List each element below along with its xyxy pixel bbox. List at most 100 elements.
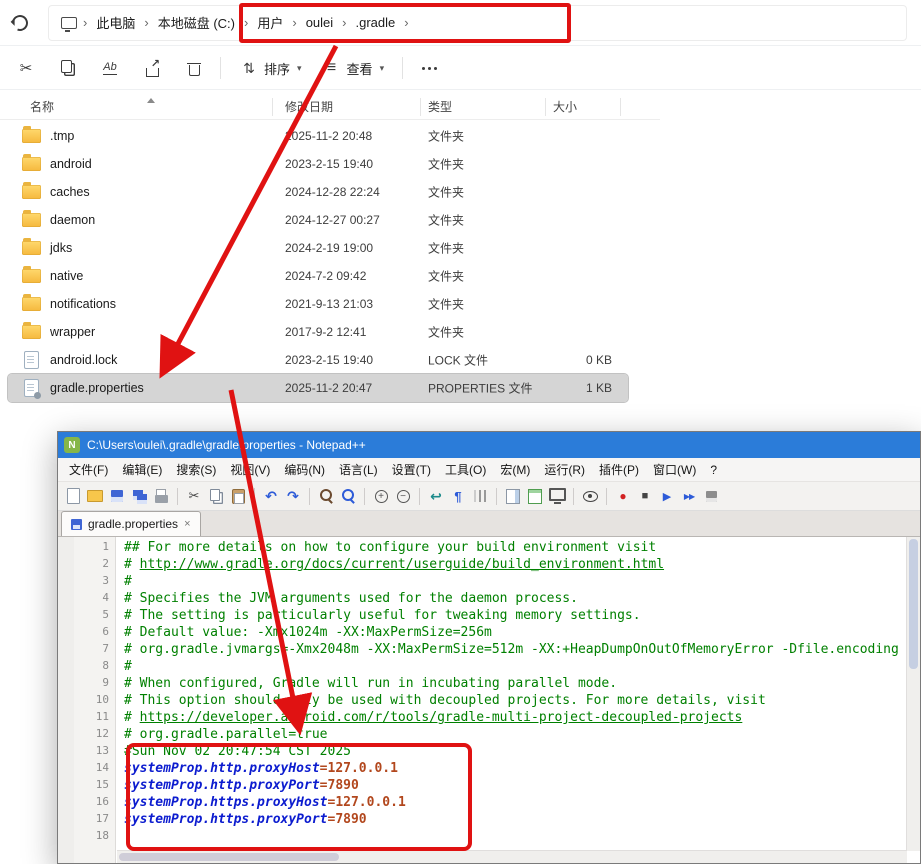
column-header-size[interactable]: 大小 [553,98,577,115]
menu-item[interactable]: 运行(R) [537,461,592,478]
file-row[interactable]: gradle.properties2025-11-2 20:47PROPERTI… [8,374,628,402]
save-all-icon[interactable] [129,486,149,506]
menu-item[interactable]: 工具(O) [438,461,493,478]
line-number: 4 [74,591,115,608]
menu-item[interactable]: 视图(V) [223,461,277,478]
editor-code[interactable]: ## For more details on how to configure … [116,537,920,863]
menu-item[interactable]: 宏(M) [493,461,537,478]
menu-item[interactable]: 语言(L) [332,461,385,478]
file-row[interactable]: notifications2021-9-13 21:03文件夹 [8,290,628,318]
toolbar-separator [496,488,497,505]
menu-item[interactable]: ? [703,463,724,477]
file-row[interactable]: native2024-7-2 09:42文件夹 [8,262,628,290]
toolbar-separator [573,488,574,505]
file-icon-glyph [24,351,39,369]
close-tab-icon[interactable]: × [184,518,190,530]
indent-guide-icon[interactable] [470,486,490,506]
file-type: 文件夹 [428,268,464,285]
tab-gradle-properties[interactable]: gradle.properties × [61,511,201,536]
code-line: # [124,659,920,676]
menu-item[interactable]: 编辑(E) [115,461,169,478]
file-type: PROPERTIES 文件 [428,380,532,397]
refresh-icon[interactable] [9,12,30,33]
code-line: systemProp.http.proxyHost=127.0.0.1 [124,761,920,778]
menu-item[interactable]: 设置(T) [385,461,438,478]
menu-item[interactable]: 插件(P) [592,461,646,478]
show-symbols-icon[interactable] [448,486,468,506]
share-button[interactable] [134,52,170,84]
file-row[interactable]: wrapper2017-9-2 12:41文件夹 [8,318,628,346]
play-multi-icon[interactable] [679,486,699,506]
horizontal-scrollbar[interactable] [117,850,907,863]
folder-icon [22,157,41,171]
code-token: systemProp.https.proxyPort [124,812,328,827]
code-token: systemProp.http.proxyPort [124,778,320,793]
menu-item[interactable]: 搜索(S) [169,461,223,478]
chevron-right-icon: › [402,15,410,30]
line-number: 9 [74,676,115,693]
paste-icon[interactable] [228,486,248,506]
column-divider[interactable] [420,98,421,116]
rename-button[interactable] [92,52,128,84]
save-macro-icon[interactable] [701,486,721,506]
redo-icon[interactable] [283,486,303,506]
stop-macro-icon[interactable] [635,486,655,506]
word-wrap-icon[interactable] [426,486,446,506]
play-macro-icon[interactable] [657,486,677,506]
new-file-icon[interactable] [63,486,83,506]
sort-button[interactable]: 排序 ▾ [229,52,312,84]
cut-icon[interactable] [184,486,204,506]
eye-icon[interactable] [580,486,600,506]
column-header-date[interactable]: 修改日期 [285,98,333,115]
undo-icon[interactable] [261,486,281,506]
address-box[interactable]: › 此电脑›本地磁盘 (C:)›用户›oulei›.gradle› [48,5,907,41]
copy-icon[interactable] [206,486,226,506]
menu-item[interactable]: 窗口(W) [646,461,703,478]
column-divider[interactable] [620,98,621,116]
vertical-scrollbar[interactable] [906,537,920,851]
cut-button[interactable] [8,52,44,84]
open-folder-icon[interactable] [85,486,105,506]
breadcrumb-items: 此电脑›本地磁盘 (C:)›用户›oulei›.gradle› [89,9,410,36]
editor-area[interactable]: 123456789101112131415161718 ## For more … [58,537,920,863]
delete-button[interactable] [176,52,212,84]
replace-icon[interactable] [338,486,358,506]
file-row[interactable]: daemon2024-12-27 00:27文件夹 [8,206,628,234]
view-label: 查看 [347,59,373,78]
notepad-title-bar[interactable]: N C:\Users\oulei\.gradle\gradle.properti… [58,432,920,458]
file-row[interactable]: .tmp2025-11-2 20:48文件夹 [8,122,628,150]
view-button[interactable]: 查看 ▾ [312,52,395,84]
more-options-button[interactable] [411,52,447,84]
save-icon[interactable] [107,486,127,506]
horizontal-scrollbar-thumb[interactable] [119,853,339,861]
breadcrumb-item[interactable]: 本地磁盘 (C:) [151,9,242,36]
function-list-icon[interactable] [525,486,545,506]
breadcrumb-item[interactable]: 用户 [250,9,290,36]
file-row[interactable]: android2023-2-15 19:40文件夹 [8,150,628,178]
column-header-type[interactable]: 类型 [428,98,452,115]
file-icon [20,157,42,171]
zoom-in-icon[interactable] [371,486,391,506]
zoom-out-icon[interactable] [393,486,413,506]
copy-button[interactable] [50,52,86,84]
column-divider[interactable] [545,98,546,116]
menu-item[interactable]: 文件(F) [62,461,115,478]
column-header-name[interactable]: 名称 [30,98,54,115]
breadcrumb-item[interactable]: .gradle [349,11,403,34]
print-icon[interactable] [151,486,171,506]
menu-item[interactable]: 编码(N) [277,461,332,478]
file-row[interactable]: jdks2024-2-19 19:00文件夹 [8,234,628,262]
record-macro-icon[interactable] [613,486,633,506]
chevron-right-icon: › [142,15,150,30]
vertical-scrollbar-thumb[interactable] [909,539,918,669]
column-divider[interactable] [272,98,273,116]
monitor-icon[interactable] [547,486,567,506]
breadcrumb-item[interactable]: 此电脑 [89,9,142,36]
doc-map-icon[interactable] [503,486,523,506]
breadcrumb-item[interactable]: oulei [299,11,340,34]
code-token: #Sun Nov 02 20:47:54 CST 2025 [124,744,351,759]
file-row[interactable]: caches2024-12-28 22:24文件夹 [8,178,628,206]
find-icon[interactable] [316,486,336,506]
code-token: # [124,659,132,674]
file-row[interactable]: android.lock2023-2-15 19:40LOCK 文件0 KB [8,346,628,374]
